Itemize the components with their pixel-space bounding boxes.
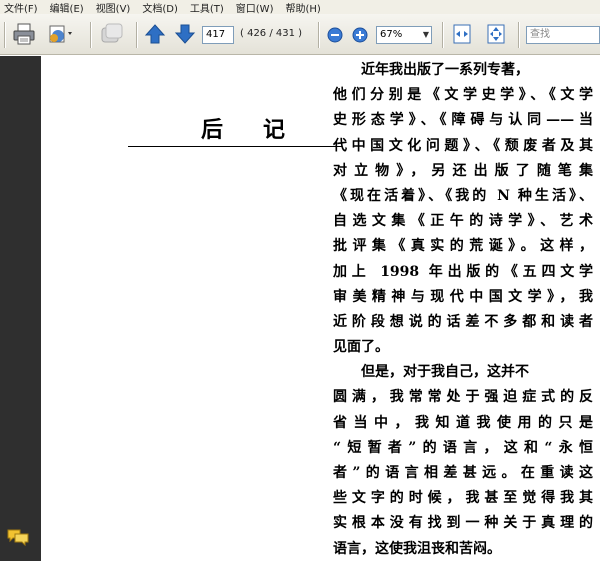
navigation-pane [0, 56, 41, 561]
up-arrow-icon[interactable] [144, 23, 166, 49]
text-line: 省当中，我知道我使用的只是 [333, 414, 593, 431]
text-line: 但是，对于我自己，这并不 [361, 364, 529, 381]
menu-window[interactable]: 窗口(W) [236, 0, 274, 15]
chapter-title: 后记 [201, 117, 326, 143]
text-line: 他们分别是《文学史学》、《文学 [333, 87, 593, 104]
text-line: 代中国文化问题》、《颓废者及其 [333, 137, 593, 154]
zoom-in-icon[interactable] [352, 27, 368, 47]
toolbar-separator [518, 22, 519, 48]
menu-file[interactable]: 文件(F) [4, 0, 38, 15]
text-line: 审美精神与现代中国文学》，我 [333, 288, 593, 305]
menu-document[interactable]: 文档(D) [142, 0, 178, 15]
text-line: 对立物》，另还出版了随笔集 [333, 162, 593, 179]
chevron-down-icon: ▼ [422, 30, 429, 39]
zoom-value: 67% [380, 29, 403, 40]
hand-icon[interactable] [98, 22, 128, 50]
printer-icon[interactable] [12, 22, 36, 50]
text-line: 史形态学》、《障碍与认同——当 [333, 112, 593, 129]
document-page[interactable]: 后记 近年我出版了一系列专著， 他们分别是《文学史学》、《文学 史形态学》、《障… [41, 56, 600, 561]
text-line: 近阶段想说的话差不多都和读者 [333, 313, 593, 330]
text-line: 近年我出版了一系列专著， [361, 62, 529, 78]
toolbar-separator [90, 22, 91, 48]
title-rule [128, 146, 342, 147]
text-line: 些文字的时候，我甚至觉得我其 [333, 490, 593, 507]
zoom-select[interactable]: 67% ▼ [376, 26, 432, 44]
text-line: 语言，这使我沮丧和苦闷。 [333, 540, 501, 557]
search-input[interactable]: 查找 [526, 26, 600, 44]
text-line: “短暂者”的语言，这和“永恒 [333, 439, 593, 456]
toolbar: 417 ( 426 / 431 ) 67% ▼ 查找 [0, 14, 600, 55]
toolbar-separator [442, 22, 443, 48]
zoom-out-icon[interactable] [327, 27, 343, 47]
text-line: 圆满，我常常处于强迫症式的反 [333, 389, 593, 406]
toolbar-separator [318, 22, 319, 48]
menu-view[interactable]: 视图(V) [96, 0, 131, 15]
text-line: 者”的语言相差甚远。在重读这 [333, 465, 593, 481]
page-count: ( 426 / 431 ) [240, 28, 303, 39]
text-line: 自选文集《正午的诗学》、艺术 [333, 213, 593, 230]
menu-bar: 文件(F) 编辑(E) 视图(V) 文档(D) 工具(T) 窗口(W) 帮助(H… [0, 0, 600, 14]
document-text: 近年我出版了一系列专著， 他们分别是《文学史学》、《文学 史形态学》、《障碍与认… [333, 58, 593, 561]
page-number-input[interactable]: 417 [202, 26, 234, 44]
text-line: 《现在活着》、《我的 N 种生活》、 [333, 187, 593, 204]
text-line: 加上 1998 年出版的《五四文学 [333, 263, 593, 280]
toolbar-separator [136, 22, 137, 48]
text-line: 实根本没有找到一种关于真理的 [333, 515, 593, 532]
text-line: 批评集《真实的荒诞》。这样， [333, 238, 593, 255]
down-arrow-icon[interactable] [174, 23, 196, 49]
menu-tools[interactable]: 工具(T) [190, 0, 224, 15]
collaborate-icon[interactable] [46, 22, 76, 50]
menu-edit[interactable]: 编辑(E) [50, 0, 84, 15]
comments-icon[interactable] [6, 528, 30, 550]
fit-page-icon[interactable] [486, 23, 506, 49]
fit-width-icon[interactable] [452, 23, 472, 49]
text-line: 见面了。 [333, 339, 389, 356]
toolbar-grip [4, 22, 5, 48]
menu-help[interactable]: 帮助(H) [285, 0, 320, 15]
